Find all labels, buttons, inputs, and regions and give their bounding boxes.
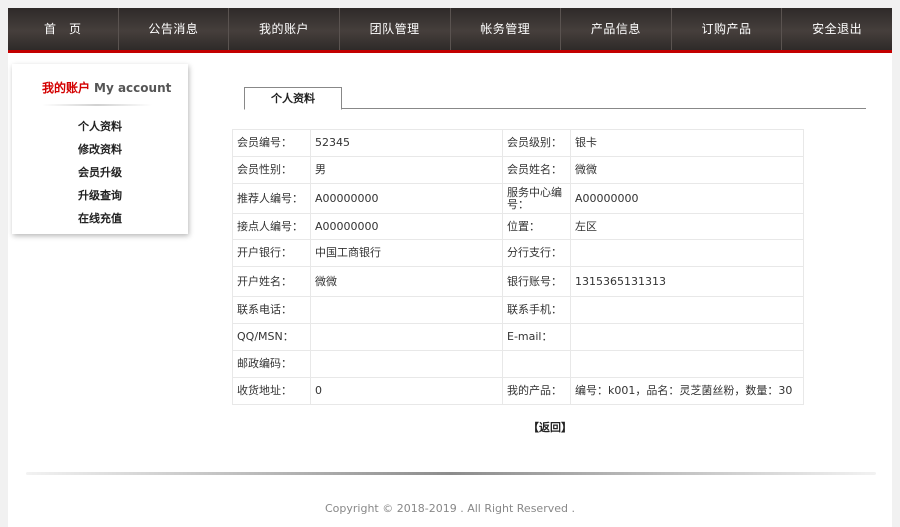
tab-profile[interactable]: 个人资料 — [244, 87, 342, 110]
row-value: 中国工商银行 — [310, 239, 503, 267]
sidebar-item-profile[interactable]: 个人资料 — [12, 115, 188, 138]
sidebar-divider — [42, 104, 152, 106]
sidebar-item-upgrade-query[interactable]: 升级查询 — [12, 184, 188, 207]
nav-item-home[interactable]: 首 页 — [8, 8, 119, 50]
table-row: 接点人编号： A00000000 位置： 左区 — [232, 213, 804, 240]
footer-divider — [26, 472, 876, 475]
row-value: 0 — [310, 377, 503, 405]
copyright-text: Copyright © 2018-2019 . All Right Reserv… — [325, 502, 575, 515]
nav-item-products[interactable]: 产品信息 — [561, 8, 672, 50]
row-label: 开户银行： — [232, 239, 311, 267]
row-value — [570, 323, 804, 351]
nav-item-finance[interactable]: 帐务管理 — [451, 8, 562, 50]
sidebar-item-upgrade[interactable]: 会员升级 — [12, 161, 188, 184]
row-value: 微微 — [570, 156, 804, 184]
sidebar-title-en: My account — [94, 81, 172, 95]
sidebar-menu: 个人资料 修改资料 会员升级 升级查询 在线充值 — [12, 115, 188, 230]
sidebar-item-edit-profile[interactable]: 修改资料 — [12, 138, 188, 161]
row-label: E-mail： — [502, 323, 571, 351]
nav-item-team[interactable]: 团队管理 — [340, 8, 451, 50]
table-row: 开户银行： 中国工商银行 分行支行： — [232, 239, 804, 267]
table-row: 推荐人编号： A00000000 服务中心编号： A00000000 — [232, 183, 804, 214]
row-label: 会员级别： — [502, 129, 571, 157]
row-value: 左区 — [570, 213, 804, 240]
row-value: 男 — [310, 156, 503, 184]
row-value: A00000000 — [310, 213, 503, 240]
row-label — [502, 350, 571, 378]
sidebar-title: 我的账户 My account — [42, 79, 171, 96]
nav-accent-bar — [8, 50, 892, 53]
row-label: 分行支行： — [502, 239, 571, 267]
row-label: 会员性别： — [232, 156, 311, 184]
row-label: 银行账号： — [502, 266, 571, 297]
row-value: 52345 — [310, 129, 503, 157]
row-label: 推荐人编号： — [232, 183, 311, 214]
row-label: 联系手机： — [502, 296, 571, 324]
row-value — [310, 323, 503, 351]
row-label: 开户姓名： — [232, 266, 311, 297]
row-label: 位置： — [502, 213, 571, 240]
row-label: 会员编号： — [232, 129, 311, 157]
row-label: 接点人编号： — [232, 213, 311, 240]
table-row: 联系电话： 联系手机： — [232, 296, 804, 324]
row-value: A00000000 — [570, 183, 804, 214]
row-value — [570, 350, 804, 378]
row-value — [570, 239, 804, 267]
table-row: 开户姓名： 微微 银行账号： 1315365131313 — [232, 266, 804, 297]
table-row: 邮政编码： — [232, 350, 804, 378]
nav-item-logout[interactable]: 安全退出 — [782, 8, 892, 50]
top-nav: 首 页 公告消息 我的账户 团队管理 帐务管理 产品信息 订购产品 安全退出 — [8, 8, 892, 50]
row-label: 会员姓名： — [502, 156, 571, 184]
row-label: 邮政编码： — [232, 350, 311, 378]
row-value: 编号：k001，品名：灵芝菌丝粉，数量：30 — [570, 377, 804, 405]
row-label: 服务中心编号： — [502, 183, 571, 214]
row-label: 收货地址： — [232, 377, 311, 405]
table-row: 会员编号： 52345 会员级别： 银卡 — [232, 129, 804, 157]
row-value: A00000000 — [310, 183, 503, 214]
row-value: 1315365131313 — [570, 266, 804, 297]
nav-item-announcements[interactable]: 公告消息 — [119, 8, 230, 50]
row-label: 我的产品： — [502, 377, 571, 405]
table-row: 收货地址： 0 我的产品： 编号：k001，品名：灵芝菌丝粉，数量：30 — [232, 377, 804, 405]
row-value — [310, 296, 503, 324]
row-label: 联系电话： — [232, 296, 311, 324]
table-row: 会员性别： 男 会员姓名： 微微 — [232, 156, 804, 184]
row-value — [570, 296, 804, 324]
page-frame: 首 页 公告消息 我的账户 团队管理 帐务管理 产品信息 订购产品 安全退出 我… — [8, 8, 892, 527]
sidebar-title-cn: 我的账户 — [42, 81, 91, 95]
row-label: QQ/MSN： — [232, 323, 311, 351]
table-row: QQ/MSN： E-mail： — [232, 323, 804, 351]
row-value: 微微 — [310, 266, 503, 297]
row-value — [310, 350, 503, 378]
profile-table: 会员编号： 52345 会员级别： 银卡 会员性别： 男 会员姓名： 微微 推荐… — [232, 129, 804, 405]
nav-item-order[interactable]: 订购产品 — [672, 8, 783, 50]
sidebar-item-recharge[interactable]: 在线充值 — [12, 207, 188, 230]
back-link[interactable]: 【返回】 — [520, 419, 580, 435]
sidebar: 我的账户 My account 个人资料 修改资料 会员升级 升级查询 在线充值 — [12, 64, 188, 234]
nav-item-my-account[interactable]: 我的账户 — [229, 8, 340, 50]
row-value: 银卡 — [570, 129, 804, 157]
